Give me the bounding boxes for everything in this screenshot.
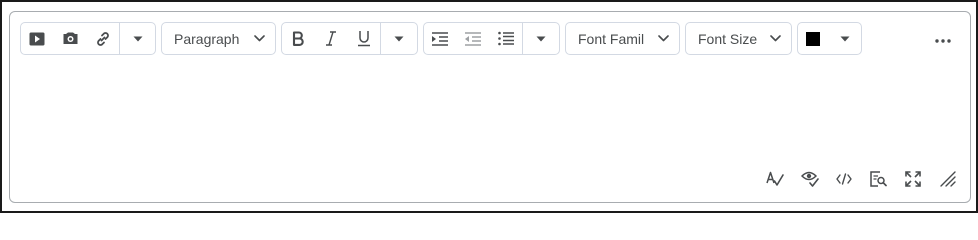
caret-down-icon: [840, 36, 850, 42]
editor-statusbar: [765, 170, 958, 192]
font-size-value: Font Size: [698, 30, 758, 47]
source-code-button[interactable]: [834, 172, 854, 190]
bulleted-list-button[interactable]: [490, 23, 523, 54]
spellcheck-button[interactable]: [765, 171, 785, 192]
indent-icon: [432, 31, 449, 46]
accessibility-checker-icon: [800, 171, 819, 192]
chevron-down-icon: [770, 35, 781, 42]
outdent-icon: [465, 31, 482, 46]
format-toolbar-group: [281, 22, 418, 55]
text-color-button[interactable]: [798, 23, 828, 54]
outdent-button[interactable]: [457, 23, 490, 54]
insert-more-dropdown[interactable]: [120, 23, 155, 54]
block-format-value: Paragraph: [174, 30, 240, 47]
insert-toolbar-group: [20, 22, 156, 55]
link-icon: [95, 31, 111, 47]
camera-icon: [62, 32, 79, 45]
fullscreen-button[interactable]: [903, 170, 923, 192]
source-code-icon: [836, 172, 852, 190]
more-options-button[interactable]: [930, 22, 956, 55]
bold-icon: [292, 31, 305, 46]
bulleted-list-icon: [498, 31, 514, 46]
play-icon: [29, 32, 45, 46]
caret-down-icon: [394, 36, 404, 42]
accessibility-checker-button[interactable]: [800, 171, 820, 192]
underline-icon: [357, 30, 371, 47]
text-color-picker: [797, 22, 862, 55]
caret-down-icon: [536, 36, 546, 42]
bold-button[interactable]: [282, 23, 315, 54]
spellcheck-icon: [766, 171, 784, 192]
paragraph-toolbar-group: [423, 22, 560, 55]
font-family-value: Font Famil: [578, 30, 645, 47]
chevron-down-icon: [254, 35, 265, 42]
insert-stuff-button[interactable]: [54, 23, 87, 54]
font-size-dropdown[interactable]: Font Size: [685, 22, 792, 55]
insert-link-button[interactable]: [87, 23, 120, 54]
font-family-dropdown[interactable]: Font Famil: [565, 22, 680, 55]
content-area[interactable]: [20, 60, 960, 165]
insert-media-button[interactable]: [21, 23, 54, 54]
more-horizontal-icon: [935, 30, 951, 48]
italic-button[interactable]: [315, 23, 348, 54]
resize-handle-icon: [939, 170, 956, 192]
preview-icon: [870, 170, 887, 192]
fullscreen-icon: [905, 170, 921, 192]
color-swatch: [806, 31, 820, 46]
block-format-dropdown[interactable]: Paragraph: [161, 22, 276, 55]
html-editor: Paragraph Font Famil Font Size: [9, 11, 971, 203]
underline-button[interactable]: [348, 23, 381, 54]
paragraph-more-dropdown[interactable]: [523, 23, 559, 54]
format-more-dropdown[interactable]: [381, 23, 417, 54]
editor-frame: Paragraph Font Famil Font Size: [0, 0, 978, 213]
chevron-down-icon: [658, 35, 669, 42]
resize-handle[interactable]: [938, 170, 958, 192]
caret-down-icon: [133, 36, 143, 42]
preview-button[interactable]: [869, 170, 889, 192]
indent-button[interactable]: [424, 23, 457, 54]
italic-icon: [325, 31, 337, 46]
text-color-dropdown[interactable]: [828, 23, 861, 54]
